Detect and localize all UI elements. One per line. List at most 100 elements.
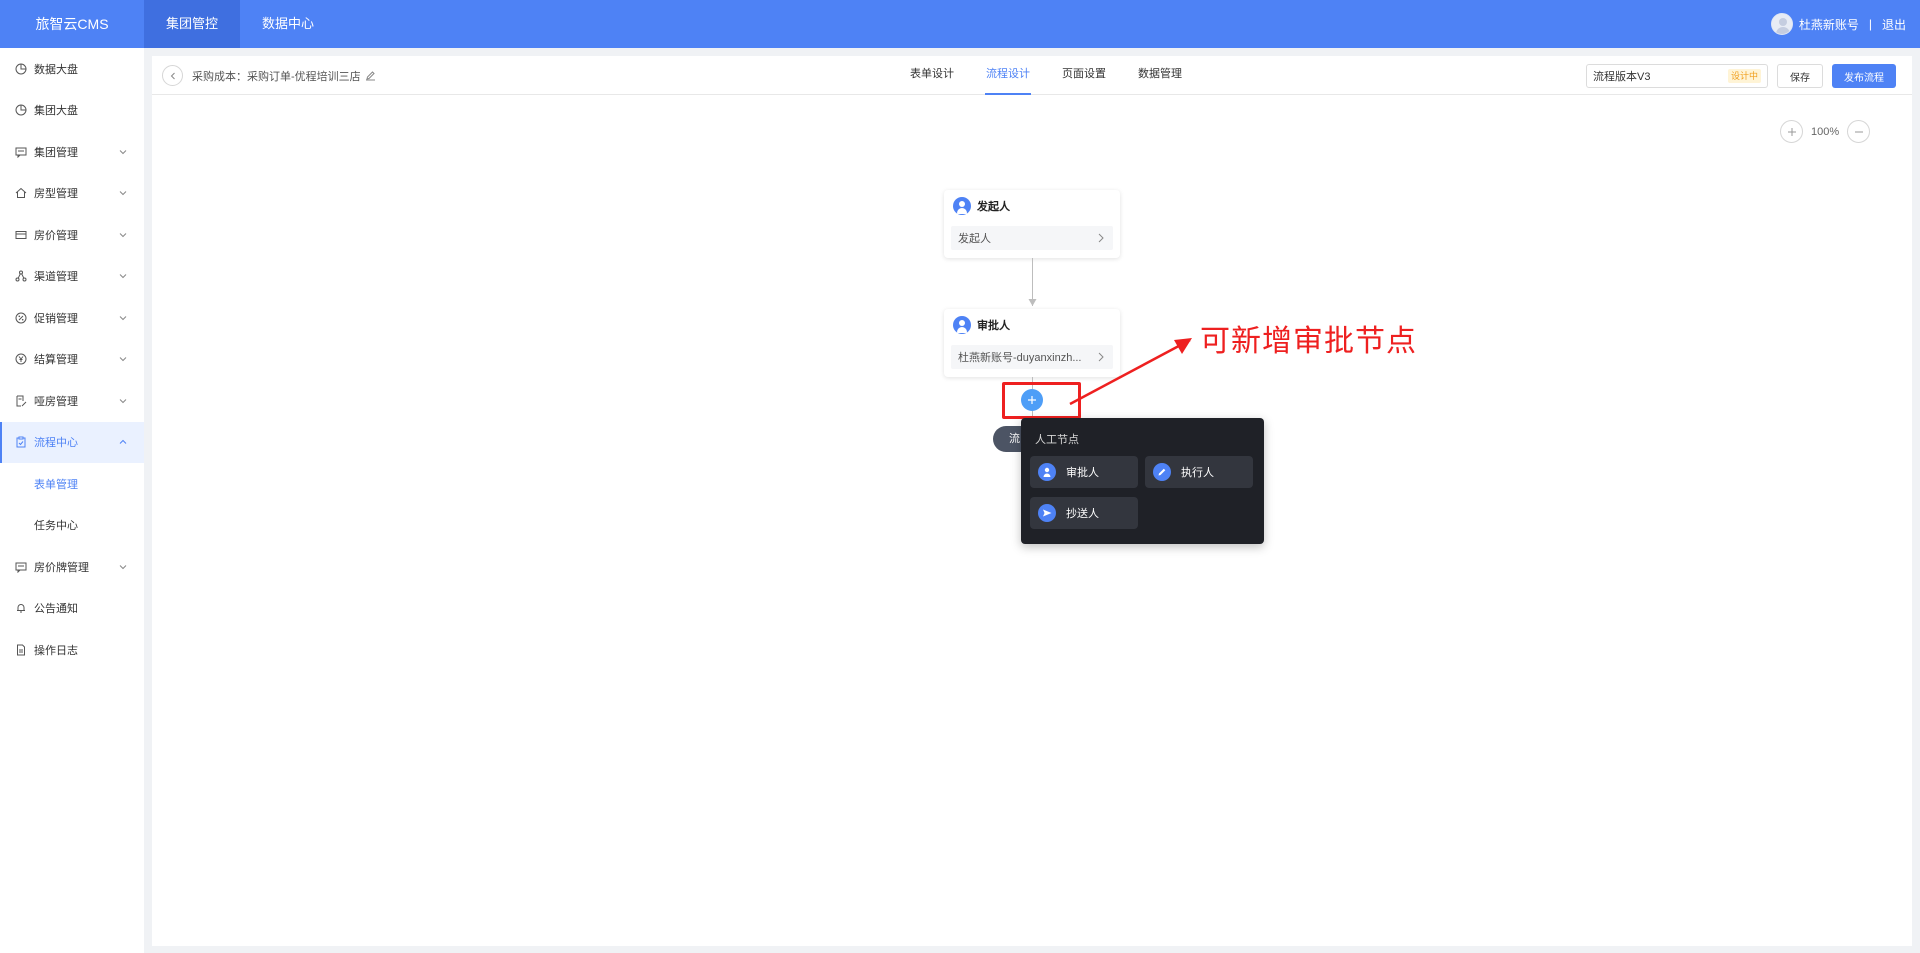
send-icon	[1038, 504, 1056, 522]
chevron-down-icon	[119, 149, 127, 154]
node-content[interactable]: 发起人	[951, 226, 1113, 250]
option-cc[interactable]: 抄送人	[1030, 497, 1138, 529]
chevron-down-icon	[119, 564, 127, 569]
chevron-down-icon	[119, 357, 127, 362]
pie-chart-icon	[14, 62, 28, 76]
sidebar-item-label: 集团大盘	[34, 105, 78, 118]
arrow-down-icon	[1028, 299, 1037, 306]
sidebar-item-label: 数据大盘	[34, 63, 78, 76]
bell-icon	[14, 601, 28, 615]
plus-icon	[1787, 127, 1796, 136]
user-area: 杜燕新账号 | 退出	[1770, 0, 1906, 48]
sidebar-item-room-price[interactable]: 房价管理	[0, 214, 144, 256]
separator: |	[1868, 17, 1872, 31]
sidebar-item-announcement[interactable]: 公告通知	[0, 588, 144, 630]
chevron-left-icon	[170, 72, 175, 79]
status-badge: 设计中	[1727, 69, 1761, 83]
form-title: 采购成本：采购订单-优程培训三店	[192, 70, 361, 83]
sidebar-item-settlement[interactable]: 结算管理	[0, 339, 144, 381]
node-title: 发起人	[977, 201, 1010, 213]
sidebar-item-data-dashboard[interactable]: 数据大盘	[0, 48, 144, 90]
annotation-text: 可新增审批节点	[1200, 324, 1417, 359]
sidebar-item-channel[interactable]: 渠道管理	[0, 256, 144, 298]
top-nav-data-center[interactable]: 数据中心	[240, 0, 336, 48]
end-label: 流	[1009, 433, 1020, 445]
sidebar-subitem-form-management[interactable]: 表单管理	[0, 463, 144, 505]
version-select[interactable]: 流程版本V3 设计中	[1586, 64, 1768, 88]
user-icon	[1038, 463, 1056, 481]
sidebar-item-label: 结算管理	[34, 354, 78, 367]
tab-form-design[interactable]: 表单设计	[894, 56, 970, 95]
designer-tabs: 表单设计 流程设计 页面设置 数据管理	[894, 56, 1198, 95]
sidebar-item-label: 哑房管理	[34, 395, 78, 408]
breadcrumb: 采购成本：采购订单-优程培训三店	[192, 56, 376, 95]
back-button[interactable]	[162, 65, 183, 86]
sidebar-item-label: 流程中心	[34, 437, 78, 450]
card-icon	[14, 228, 28, 242]
publish-button[interactable]: 发布流程	[1832, 64, 1896, 88]
document-edit-icon	[14, 394, 28, 408]
share-nodes-icon	[14, 269, 28, 283]
top-nav-group-control[interactable]: 集团管控	[144, 0, 241, 48]
message-square-icon	[14, 145, 28, 159]
annotation-arrow	[1069, 338, 1192, 406]
option-label: 审批人	[1066, 467, 1099, 479]
chevron-down-icon	[119, 315, 127, 320]
user-icon	[953, 316, 971, 334]
tab-page-settings[interactable]: 页面设置	[1046, 56, 1122, 95]
zoom-controls: 100%	[1780, 120, 1871, 143]
tab-data-management[interactable]: 数据管理	[1122, 56, 1198, 95]
file-text-icon	[14, 643, 28, 657]
chevron-down-icon	[119, 232, 127, 237]
sidebar-item-promotion[interactable]: 促销管理	[0, 297, 144, 339]
chevron-down-icon	[119, 191, 127, 196]
yen-circle-icon	[14, 352, 28, 366]
pie-chart-icon	[14, 103, 28, 117]
sidebar-item-group-management[interactable]: 集团管理	[0, 131, 144, 173]
sidebar-item-dummy-room[interactable]: 哑房管理	[0, 380, 144, 422]
save-button[interactable]: 保存	[1777, 64, 1823, 88]
logout-link[interactable]: 退出	[1882, 16, 1906, 33]
sidebar-item-label: 房价管理	[34, 229, 78, 242]
option-label: 抄送人	[1066, 508, 1099, 520]
initiator-node[interactable]: 发起人 发起人	[944, 190, 1120, 258]
avatar[interactable]	[1770, 13, 1793, 35]
sidebar-item-label: 集团管理	[34, 146, 78, 159]
option-executor[interactable]: 执行人	[1145, 456, 1253, 488]
sidebar-subitem-task-center[interactable]: 任务中心	[0, 505, 144, 547]
tab-process-design[interactable]: 流程设计	[970, 56, 1046, 95]
sidebar: 数据大盘 集团大盘 集团管理 房型管理 房价管理 渠道管理 促销管理 结算管理 …	[0, 48, 144, 953]
percent-icon	[14, 311, 28, 325]
message-square-icon	[14, 560, 28, 574]
sidebar-item-label: 操作日志	[34, 644, 78, 657]
top-bar: 旅智云CMS 集团管控 数据中心 杜燕新账号 | 退出	[0, 0, 1920, 48]
sidebar-item-label: 渠道管理	[34, 271, 78, 284]
add-node-popover: 人工节点 审批人 执行人 抄送人	[1021, 418, 1264, 544]
sidebar-item-label: 房型管理	[34, 188, 78, 201]
sidebar-item-label: 公告通知	[34, 603, 78, 616]
brand-logo[interactable]: 旅智云CMS	[0, 14, 144, 34]
edit-pencil-icon[interactable]	[365, 70, 376, 81]
designer-toolbar: 采购成本：采购订单-优程培训三店 表单设计 流程设计 页面设置 数据管理 流程版…	[152, 56, 1912, 95]
popover-title: 人工节点	[1035, 434, 1079, 446]
sidebar-item-group-dashboard[interactable]: 集团大盘	[0, 90, 144, 132]
sidebar-item-operation-log[interactable]: 操作日志	[0, 629, 144, 671]
clipboard-icon	[14, 435, 28, 449]
node-value: 发起人	[958, 233, 991, 245]
user-name[interactable]: 杜燕新账号	[1799, 16, 1859, 33]
zoom-level: 100%	[1811, 125, 1840, 138]
sidebar-item-label: 促销管理	[34, 312, 78, 325]
chevron-down-icon	[119, 398, 127, 403]
pencil-icon	[1153, 463, 1171, 481]
option-approver[interactable]: 审批人	[1030, 456, 1138, 488]
zoom-in-button[interactable]	[1780, 120, 1803, 143]
sidebar-item-process-center[interactable]: 流程中心	[0, 421, 144, 463]
minus-icon	[1854, 131, 1863, 132]
option-label: 执行人	[1181, 467, 1214, 479]
zoom-out-button[interactable]	[1847, 120, 1871, 143]
sidebar-item-room-type[interactable]: 房型管理	[0, 173, 144, 215]
chevron-down-icon	[119, 274, 127, 279]
sidebar-item-price-board[interactable]: 房价牌管理	[0, 546, 144, 588]
chevron-up-icon	[119, 440, 127, 445]
version-value: 流程版本V3	[1593, 71, 1651, 83]
